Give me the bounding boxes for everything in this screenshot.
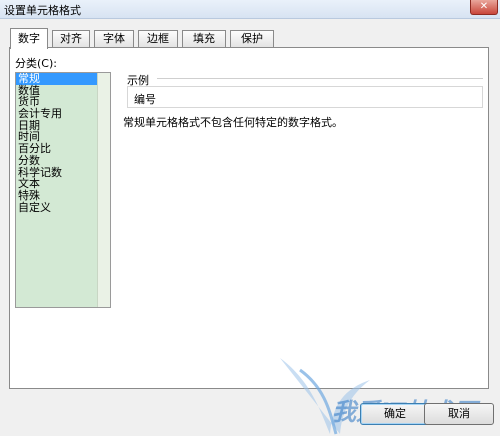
tab-alignment[interactable]: 对齐 <box>52 30 90 47</box>
category-scrollbar[interactable] <box>97 73 110 307</box>
ok-button[interactable]: 确定 <box>360 403 430 425</box>
title-bar: 设置单元格格式 ✕ <box>0 0 500 19</box>
group-divider <box>157 78 483 79</box>
list-item[interactable]: 特殊 <box>16 190 110 202</box>
cancel-label: 取消 <box>448 407 470 420</box>
sample-box: 编号 <box>127 86 483 108</box>
tab-number[interactable]: 数字 <box>10 28 48 49</box>
tab-label: 填充 <box>193 32 215 45</box>
tab-font[interactable]: 字体 <box>94 30 134 47</box>
cancel-button[interactable]: 取消 <box>424 403 494 425</box>
tab-label: 字体 <box>103 32 125 45</box>
list-item[interactable]: 自定义 <box>16 201 110 214</box>
tab-border[interactable]: 边框 <box>138 30 178 47</box>
list-item[interactable]: 分数 <box>16 155 110 167</box>
tab-label: 对齐 <box>60 32 82 45</box>
tab-protection[interactable]: 保护 <box>230 30 274 47</box>
tab-label: 边框 <box>147 32 169 45</box>
sample-group: 示例 编号 <box>123 72 483 108</box>
close-icon: ✕ <box>479 1 489 12</box>
sample-value: 编号 <box>134 93 156 106</box>
tab-label: 数字 <box>18 32 40 45</box>
format-description: 常规单元格格式不包含任何特定的数字格式。 <box>123 116 343 129</box>
category-listbox[interactable]: 常规 数值 货币 会计专用 日期 时间 百分比 分数 科学记数 文本 特殊 自定… <box>15 72 111 308</box>
tab-panel: 分类(C): 常规 数值 货币 会计专用 日期 时间 百分比 分数 科学记数 文… <box>9 47 489 389</box>
ok-label: 确定 <box>384 407 406 420</box>
category-label: 分类(C): <box>15 57 57 70</box>
window-title: 设置单元格格式 <box>4 4 81 17</box>
tab-fill[interactable]: 填充 <box>182 30 226 47</box>
list-item[interactable]: 常规 <box>16 73 110 85</box>
close-button[interactable]: ✕ <box>470 0 498 15</box>
list-item[interactable]: 会计专用 <box>16 108 110 120</box>
tab-label: 保护 <box>241 32 263 45</box>
